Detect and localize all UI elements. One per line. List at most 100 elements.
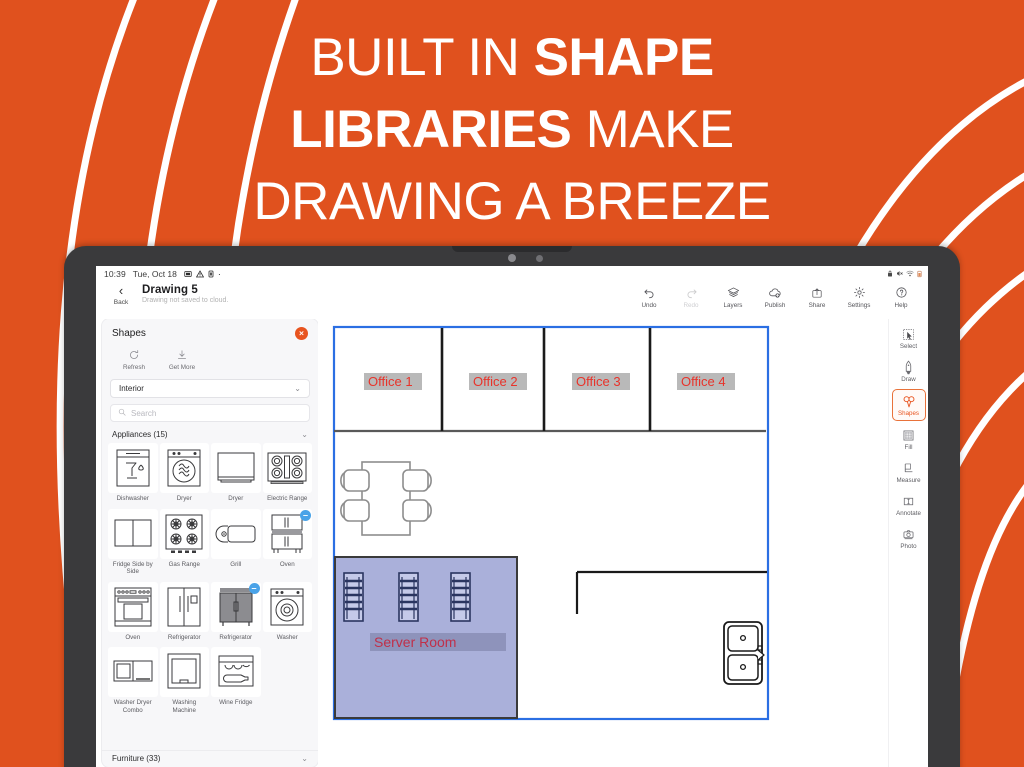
- redo-button[interactable]: Redo: [670, 285, 712, 309]
- annotate-icon: [892, 494, 926, 509]
- premium-badge: –: [248, 582, 260, 594]
- search-input[interactable]: [131, 408, 302, 418]
- undo-button[interactable]: Undo: [628, 285, 670, 309]
- room-label-office-3[interactable]: Office 3: [572, 373, 630, 390]
- rail-label-select: Select: [899, 343, 918, 350]
- shape-label: Refrigerator: [167, 633, 201, 641]
- shape-item[interactable]: Washing Machine: [159, 647, 209, 718]
- washer-dryer-combo-icon: [108, 647, 158, 697]
- pen-icon: [892, 360, 926, 375]
- help-button[interactable]: Help: [880, 285, 922, 309]
- shape-label: Grill: [230, 560, 242, 568]
- floor-plan-drawing[interactable]: Office 1 Office 2 Office 3 Office 4 Serv…: [332, 325, 770, 721]
- shape-item[interactable]: – Refrigerator: [211, 581, 261, 646]
- shape-item[interactable]: Fridge Side by Side: [108, 508, 158, 580]
- rail-item-shapes[interactable]: Shapes: [891, 389, 926, 421]
- rail-item-draw[interactable]: Draw: [892, 356, 926, 386]
- fill-icon: [892, 428, 926, 443]
- refresh-label: Refresh: [122, 364, 146, 371]
- shape-item[interactable]: Dryer: [159, 443, 209, 507]
- room-label-text: Server Room: [374, 634, 456, 650]
- headline-l1-bold: SHAPE: [533, 28, 715, 87]
- room-label-office-2[interactable]: Office 2: [469, 373, 527, 390]
- chevron-left-icon: ‹: [118, 283, 124, 298]
- rail-label-measure: Measure: [896, 477, 921, 484]
- select-icon: [892, 327, 926, 342]
- screenshot-icon: [184, 270, 192, 277]
- layers-button[interactable]: Layers: [712, 285, 754, 309]
- room-label-text: Office 4: [681, 374, 726, 389]
- shape-label: Dryer: [228, 495, 244, 502]
- status-date: Tue, Oct 18: [132, 268, 177, 279]
- publish-button[interactable]: Publish: [754, 285, 796, 309]
- get-more-label: Get More: [168, 364, 196, 371]
- grill-icon: [211, 508, 261, 559]
- dot-icon: ·: [217, 268, 221, 279]
- refresh-button[interactable]: Refresh: [112, 348, 156, 371]
- shape-item[interactable]: Electric Range: [262, 443, 312, 507]
- back-button[interactable]: ‹ Back: [104, 284, 138, 306]
- headline-l1-plain: BUILT IN: [310, 28, 534, 87]
- shape-item[interactable]: Washer: [262, 581, 312, 646]
- share-button[interactable]: Share: [796, 285, 838, 309]
- headline-line-3: DRAWING A BREEZE: [253, 172, 771, 231]
- drawing-canvas-area[interactable]: Office 1 Office 2 Office 3 Office 4 Serv…: [318, 319, 888, 767]
- shape-item[interactable]: Washer Dryer Combo: [108, 647, 158, 718]
- app-header: ‹ Back Drawing 5 Drawing not saved to cl…: [96, 281, 928, 319]
- library-select[interactable]: Interior ⌄: [110, 379, 310, 398]
- shape-label: Oven: [125, 633, 141, 641]
- chevron-down-icon: ⌄: [294, 384, 301, 393]
- room-label-text: Office 1: [368, 374, 413, 389]
- shape-item[interactable]: Oven: [108, 581, 158, 646]
- refrigerator-icon: [159, 581, 209, 632]
- library-select-wrap: Interior ⌄: [102, 379, 318, 404]
- photo-icon: [892, 527, 926, 542]
- status-bar: 10:39 Tue, Oct 18 ·: [96, 266, 928, 281]
- rail-item-annotate[interactable]: Annotate: [892, 490, 926, 520]
- tablet-speaker: [452, 246, 572, 252]
- get-more-button[interactable]: Get More: [160, 348, 204, 371]
- mute-icon: [897, 271, 903, 276]
- measure-icon: [892, 461, 926, 476]
- rail-item-fill[interactable]: Fill: [892, 424, 926, 454]
- room-label-office-4[interactable]: Office 4: [677, 373, 735, 390]
- status-time: 10:39: [104, 268, 126, 279]
- shape-item[interactable]: Grill: [211, 508, 261, 580]
- room-label-office-1[interactable]: Office 1: [364, 373, 422, 390]
- rail-item-measure[interactable]: Measure: [892, 457, 926, 487]
- section-furniture[interactable]: Furniture (33) ⌄: [102, 750, 318, 767]
- rail-item-photo[interactable]: Photo: [892, 523, 926, 553]
- shape-item[interactable]: Refrigerator: [159, 581, 209, 646]
- shapes-panel-actions: Refresh Get More: [102, 344, 318, 379]
- section-appliances[interactable]: Appliances (15) ⌄: [102, 427, 318, 443]
- shape-item[interactable]: – Oven: [262, 508, 312, 580]
- share-label: Share: [808, 302, 826, 309]
- shape-item[interactable]: Gas Range: [159, 508, 209, 580]
- close-icon[interactable]: ×: [295, 327, 308, 340]
- refresh-icon: [112, 348, 156, 362]
- shape-item[interactable]: Wine Fridge: [211, 647, 261, 718]
- section-furniture-label: Furniture (33): [112, 754, 161, 763]
- settings-label: Settings: [847, 302, 871, 309]
- search-icon: [118, 408, 126, 418]
- settings-button[interactable]: Settings: [838, 285, 880, 309]
- shape-grid-scroll[interactable]: Dishwasher Dryer Dryer Electric Range Fr…: [102, 443, 318, 748]
- server-room-group[interactable]: Server Room: [334, 556, 518, 719]
- electric-range-icon: [262, 443, 312, 493]
- search-box[interactable]: [110, 404, 310, 422]
- shape-item[interactable]: Dishwasher: [108, 443, 158, 507]
- dryer-top-icon: [211, 443, 261, 493]
- redo-label: Redo: [683, 302, 699, 309]
- status-right-icons: [887, 270, 922, 278]
- shape-label: Washing Machine: [172, 699, 197, 714]
- shape-label: Oven: [279, 560, 295, 568]
- double-sink[interactable]: [723, 621, 765, 685]
- headline-l2-bold: LIBRARIES: [290, 100, 572, 159]
- top-toolbar: Undo Redo Layers Publish Share Settings …: [628, 285, 922, 309]
- room-label-server-room[interactable]: Server Room: [370, 633, 506, 651]
- rail-item-select[interactable]: Select: [892, 323, 926, 353]
- washer-icon: [262, 581, 312, 632]
- shapes-panel-title: Shapes: [112, 328, 146, 339]
- shape-label: Dryer: [176, 495, 192, 502]
- shape-item[interactable]: Dryer: [211, 443, 261, 507]
